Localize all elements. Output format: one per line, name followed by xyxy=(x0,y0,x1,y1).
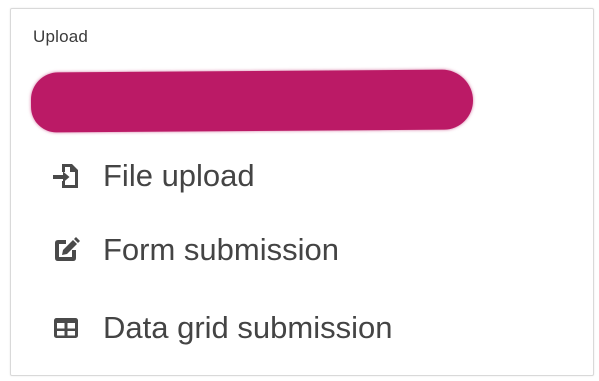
menu-item-label: Form submission xyxy=(103,232,339,267)
menu-item-file-upload[interactable]: File upload xyxy=(51,154,255,198)
panel-header: Upload xyxy=(33,27,89,46)
table-icon xyxy=(51,313,81,343)
edit-icon xyxy=(51,235,81,265)
menu-item-label: File upload xyxy=(103,158,255,193)
upload-menu-panel: Upload File upload Form submission Data … xyxy=(10,8,594,376)
menu-item-form-submission[interactable]: Form submission xyxy=(51,228,339,272)
redacted-item xyxy=(30,69,474,133)
file-import-icon xyxy=(51,161,81,191)
menu-item-data-grid-submission[interactable]: Data grid submission xyxy=(51,306,392,350)
menu-item-label: Data grid submission xyxy=(103,310,393,345)
